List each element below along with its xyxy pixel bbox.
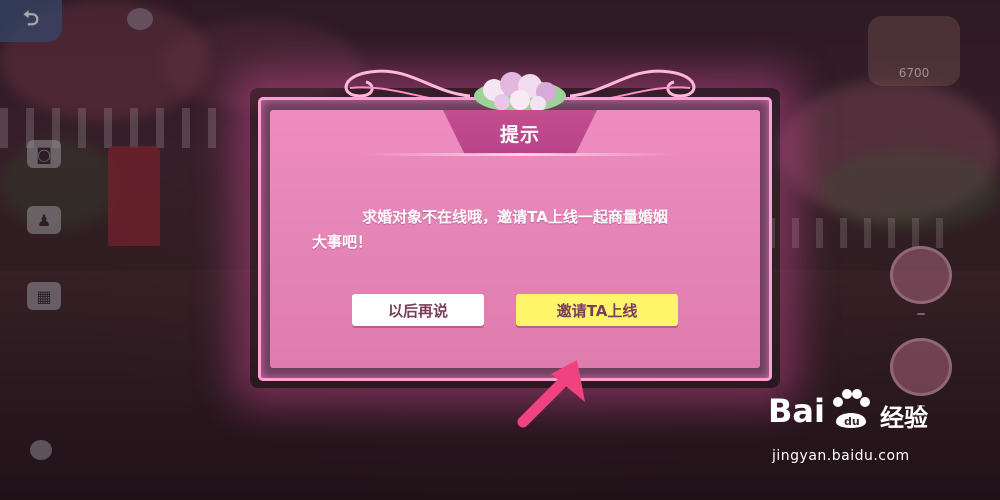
title-underline (360, 153, 680, 156)
flower-bouquet-icon (474, 72, 566, 112)
svg-text:du: du (844, 415, 860, 428)
message-line-1: 求婚对象不在线哦，邀请TA上线一起商量婚姻 (362, 208, 668, 226)
watermark-url: jingyan.baidu.com (772, 448, 910, 464)
watermark-suffix: 经验 (880, 404, 928, 432)
baidu-watermark: Bai du 经验 jingyan.baidu.com (768, 389, 968, 478)
later-button[interactable]: 以后再说 (352, 294, 484, 326)
dialog-message: 求婚对象不在线哦，邀请TA上线一起商量婚姻 大事吧！ (300, 205, 730, 255)
pointer-arrow-icon (517, 360, 585, 428)
baidu-paw-icon: du (833, 389, 870, 428)
watermark-brand: Bai (768, 392, 825, 430)
invite-online-button[interactable]: 邀请TA上线 (516, 294, 678, 326)
dialog-title: 提示 (499, 124, 540, 146)
message-line-2: 大事吧！ (312, 233, 373, 251)
